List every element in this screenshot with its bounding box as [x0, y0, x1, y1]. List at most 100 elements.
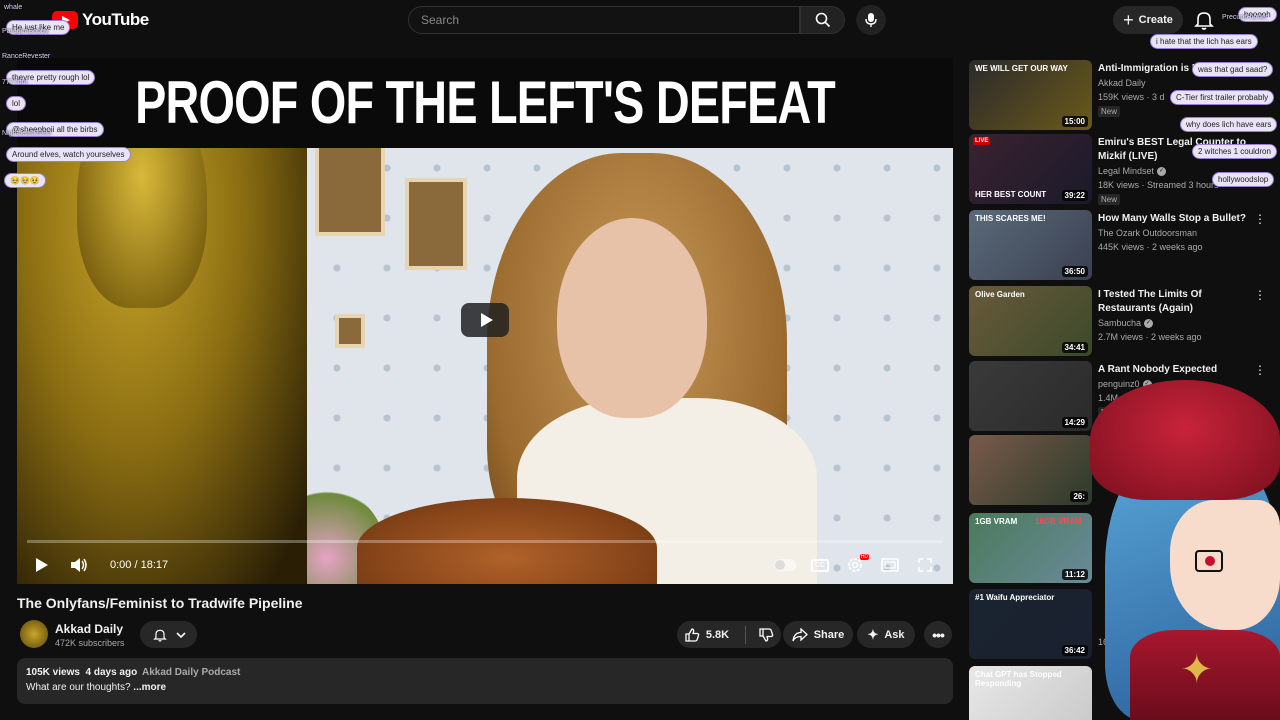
recommendation-thumbnail[interactable]: 1GB VRAM 16GB VRAM 11:12 [969, 513, 1092, 583]
chat-message: C-Tier first trailer probably [1170, 90, 1275, 105]
channel-avatar[interactable] [20, 620, 48, 648]
more-horizontal-icon: ••• [932, 626, 945, 643]
recommendation-thumbnail[interactable]: Chat GPT has Stopped Responding [969, 666, 1092, 720]
recommendation-thumbnail[interactable]: 26: [969, 435, 1092, 505]
podcast-link[interactable]: Akkad Daily Podcast [142, 667, 240, 678]
play-button[interactable] [31, 552, 53, 578]
description-box[interactable]: 105K views 4 days ago Akkad Daily Podcas… [17, 658, 953, 704]
volume-icon [71, 558, 87, 572]
channel-label: The Ozark Outdoorsman [1098, 228, 1198, 238]
new-badge: New [1098, 106, 1121, 117]
create-label: Create [1138, 14, 1173, 26]
recommendation-channel[interactable]: The Ozark Outdoorsman [1098, 228, 1197, 238]
recommendation-channel[interactable]: Sambucha ✓ [1098, 318, 1154, 329]
top-bar: YouTube + Create [0, 0, 1280, 42]
duration-badge: 15:00 [1061, 116, 1088, 127]
show-more-link[interactable]: ...more [133, 682, 166, 693]
divider [745, 625, 747, 644]
ask-button[interactable]: ✦ Ask [857, 621, 915, 648]
share-label: Share [813, 628, 845, 641]
chat-username: 7777dm [2, 79, 28, 86]
like-button[interactable]: 5.8K [684, 627, 729, 643]
new-badge: New [1098, 194, 1121, 205]
recommendation-title[interactable]: A Rant Nobody Expected [1098, 363, 1246, 377]
channel-label: Sambucha [1098, 318, 1142, 328]
recommendation-thumbnail[interactable]: WE WILL GET OUR WAY 15:00 [969, 60, 1092, 130]
like-count: 5.8K [705, 628, 730, 641]
duration-badge: 11:12 [1061, 569, 1088, 580]
theater-mode-button[interactable] [878, 552, 902, 578]
settings-button[interactable]: HD [843, 552, 869, 578]
chat-username: Nightbeast3083 [2, 130, 52, 137]
plus-icon: + [1123, 10, 1134, 30]
duration-badge: 34:41 [1061, 342, 1088, 353]
recommendation-thumbnail[interactable]: THIS SCARES ME! 36:50 [969, 210, 1092, 280]
microphone-icon [865, 13, 877, 27]
autoplay-toggle[interactable] [773, 552, 797, 578]
create-button[interactable]: + Create [1113, 6, 1183, 34]
captions-button[interactable]: CC [808, 552, 832, 578]
notifications-button[interactable] [1192, 8, 1216, 32]
search-button[interactable] [800, 6, 845, 34]
recommendation-channel[interactable]: Legal Mindset ✓ [1098, 166, 1167, 177]
video-headline: PROOF OF THE LEFT'S DEFEAT [135, 69, 836, 136]
woman-face [557, 218, 707, 418]
thumbs-up-icon [685, 627, 700, 642]
volume-button[interactable] [67, 552, 91, 578]
subscription-bell-button[interactable] [140, 621, 197, 648]
thumbnail-caption: 16GB VRAM [1035, 517, 1082, 526]
hd-badge-icon: HD [859, 554, 869, 560]
chat-message: hollywoodslop [1212, 172, 1275, 187]
thumbnail-caption: #1 Waifu Appreciator [975, 593, 1055, 602]
chat-message: lol [6, 96, 27, 111]
search-input[interactable] [409, 7, 799, 33]
fullscreen-button[interactable] [913, 552, 937, 578]
recommendation-channel[interactable]: Akkad Daily [1098, 78, 1146, 88]
recommendation-thumbnail[interactable]: Olive Garden 34:41 [969, 286, 1092, 356]
fullscreen-icon [918, 558, 932, 572]
recommendation-thumbnail[interactable]: 14:29 [969, 361, 1092, 431]
progress-bar[interactable] [27, 540, 943, 543]
duration-badge: 14:29 [1061, 417, 1088, 428]
more-actions-button[interactable]: ••• [924, 621, 952, 648]
more-vertical-icon[interactable]: ⋮ [1254, 212, 1266, 226]
large-play-button[interactable] [461, 303, 509, 337]
bell-icon [1194, 12, 1214, 30]
channel-name[interactable]: Akkad Daily [55, 622, 123, 636]
chat-message: i hate that the lich has ears [1150, 34, 1258, 49]
chat-message: why does lich have ears [1180, 117, 1278, 132]
chevron-down-icon [175, 631, 186, 638]
star-brooch-icon: ✦ [1180, 648, 1214, 692]
recommendation-item[interactable]: Olive Garden 34:41 I Tested The Limits Of … [969, 286, 1269, 356]
avatar-hat [1090, 380, 1280, 500]
recommendation-title[interactable]: I Tested The Limits Of Restaurants (Agai… [1098, 288, 1246, 316]
search-icon [815, 12, 830, 28]
more-vertical-icon[interactable]: ⋮ [1254, 363, 1266, 377]
recommendation-stats: 159K views · 3 d [1098, 92, 1165, 102]
video-player[interactable]: PROOF OF THE LEFT'S DEFEAT 0:00 / 18:17 … [17, 58, 953, 584]
chat-username: ParagonBobby [2, 28, 49, 35]
view-count: 105K views [26, 667, 80, 678]
thumbnail-caption: HER BEST COUNT [975, 190, 1047, 199]
chat-message: 🥹🥹🥹 [4, 173, 46, 188]
description-text: What are our thoughts? ...more [26, 682, 944, 693]
duration-badge: 36:50 [1061, 266, 1088, 277]
avatar-glasses [1195, 550, 1223, 572]
search-box [408, 6, 800, 34]
dislike-button[interactable] [758, 627, 774, 643]
channel-label: Akkad Daily [1098, 78, 1146, 88]
recommendation-thumbnail[interactable]: #1 Waifu Appreciator 36:42 [969, 589, 1092, 659]
upload-age: 4 days ago [85, 667, 138, 678]
icon-painting [405, 178, 467, 270]
live-badge: LIVE [973, 137, 991, 145]
share-button[interactable]: Share [783, 621, 853, 648]
more-vertical-icon[interactable]: ⋮ [1254, 288, 1266, 302]
like-dislike-group: 5.8K [677, 621, 781, 648]
thumbnail-caption: Olive Garden [975, 290, 1025, 299]
recommendation-stats: 445K views · 2 weeks ago [1098, 242, 1203, 252]
recommendation-thumbnail[interactable]: HER BEST COUNT LIVE 39:22 [969, 134, 1092, 204]
recommendation-item[interactable]: THIS SCARES ME! 36:50 How Many Walls Stop … [969, 210, 1269, 280]
voice-search-button[interactable] [856, 5, 886, 35]
recommendation-title[interactable]: How Many Walls Stop a Bullet? [1098, 212, 1246, 226]
player-controls: 0:00 / 18:17 CC HD [17, 548, 953, 584]
